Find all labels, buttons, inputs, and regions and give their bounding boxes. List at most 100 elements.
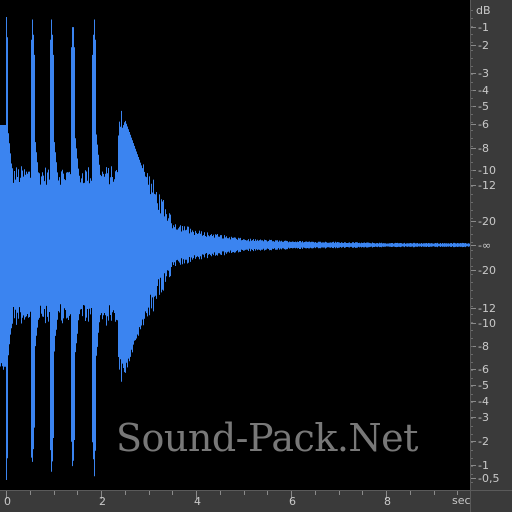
db-minor-tick <box>471 266 473 267</box>
ruler-corner <box>470 490 512 512</box>
db-minor-tick <box>471 330 473 331</box>
db-minor-tick <box>471 274 473 275</box>
db-tick-mark <box>471 308 476 309</box>
db-center-label: -∞ <box>478 239 492 252</box>
db-tick-label: -2 <box>478 39 489 52</box>
db-minor-tick <box>471 58 473 59</box>
db-tick-label: -12 <box>478 179 496 192</box>
db-minor-tick <box>471 210 473 211</box>
db-minor-tick <box>471 234 473 235</box>
db-minor-tick <box>471 290 473 291</box>
db-tick-label: -4 <box>478 84 489 97</box>
db-minor-tick <box>471 186 473 187</box>
db-minor-tick <box>471 42 473 43</box>
db-minor-tick <box>471 34 473 35</box>
db-tick-mark <box>471 478 476 479</box>
db-tick-label: -3 <box>478 411 489 424</box>
time-minor-tick <box>314 491 316 495</box>
time-tick-label: 0 <box>4 495 11 508</box>
db-minor-tick <box>471 194 473 195</box>
db-tick-label: -12 <box>478 302 496 315</box>
db-tick-label: -1 <box>478 21 489 34</box>
db-minor-tick <box>471 178 473 179</box>
time-minor-tick <box>362 491 364 495</box>
db-tick-label: -8 <box>478 340 489 353</box>
db-minor-tick <box>471 106 473 107</box>
time-minor-tick <box>267 491 269 495</box>
db-tick-label: -10 <box>478 317 496 330</box>
db-minor-tick <box>471 282 473 283</box>
time-minor-tick <box>29 491 31 495</box>
db-minor-tick <box>471 314 473 315</box>
db-tick-mark <box>471 270 476 271</box>
db-minor-tick <box>471 130 473 131</box>
db-minor-tick <box>471 450 473 451</box>
db-tick-label: -6 <box>478 118 489 131</box>
time-minor-tick <box>219 491 221 495</box>
db-minor-tick <box>471 402 473 403</box>
db-minor-tick <box>471 418 473 419</box>
db-minor-tick <box>471 442 473 443</box>
db-minor-tick <box>471 250 473 251</box>
time-tick-label: 4 <box>194 495 201 508</box>
db-minor-tick <box>471 18 473 19</box>
db-minor-tick <box>471 410 473 411</box>
time-minor-tick <box>409 491 411 495</box>
db-scale-ruler: -1 -2 -3 -4 -5 -6 -8 -10 -12 -20 -20 -12 -10 -8 -6 -5 -4… <box>470 0 512 490</box>
db-tick-mark <box>471 323 476 324</box>
db-tick-label: -6 <box>478 363 489 376</box>
db-minor-tick <box>471 258 473 259</box>
db-minor-tick <box>471 146 473 147</box>
time-unit-label: sec <box>452 494 471 507</box>
db-minor-tick <box>471 354 473 355</box>
db-tick-mark <box>471 221 476 222</box>
time-tick-label: 2 <box>99 495 106 508</box>
db-minor-tick <box>471 338 473 339</box>
db-tick-label: -3 <box>478 67 489 80</box>
db-minor-tick <box>471 26 473 27</box>
db-minor-tick <box>471 322 473 323</box>
db-minor-tick <box>471 90 473 91</box>
time-minor-tick <box>172 491 174 495</box>
db-minor-tick <box>471 226 473 227</box>
db-minor-tick <box>471 138 473 139</box>
db-tick-label: -20 <box>478 264 496 277</box>
db-minor-tick <box>471 306 473 307</box>
db-tick-label: -5 <box>478 100 489 113</box>
time-minor-tick <box>124 491 126 495</box>
db-minor-tick <box>471 202 473 203</box>
waveform-editor: -1 -2 -3 -4 -5 -6 -8 -10 -12 -20 -20 -12 -10 -8 -6 -5 -4… <box>0 0 512 512</box>
db-minor-tick <box>471 362 473 363</box>
time-minor-tick <box>77 491 79 495</box>
db-minor-tick <box>471 386 473 387</box>
time-tick-label: 8 <box>384 495 391 508</box>
time-minor-tick <box>148 491 150 495</box>
time-minor-tick <box>53 491 55 495</box>
db-tick-mark <box>471 245 476 246</box>
db-minor-tick <box>471 370 473 371</box>
db-tick-label: -8 <box>478 142 489 155</box>
db-minor-tick <box>471 346 473 347</box>
db-minor-tick <box>471 10 473 11</box>
time-tick-label: 6 <box>289 495 296 508</box>
db-minor-tick <box>471 378 473 379</box>
waveform-layer <box>0 17 470 480</box>
db-minor-tick <box>471 82 473 83</box>
db-tick-label: -0,5 <box>478 472 500 485</box>
db-unit-label: dB <box>476 4 491 17</box>
db-tick-mark <box>471 27 476 28</box>
time-minor-tick <box>338 491 340 495</box>
db-minor-tick <box>471 482 473 483</box>
time-ruler[interactable]: 0 2 4 6 8 <box>0 490 470 512</box>
db-minor-tick <box>471 122 473 123</box>
db-minor-tick <box>471 154 473 155</box>
db-minor-tick <box>471 74 473 75</box>
time-minor-tick <box>243 491 245 495</box>
db-minor-tick <box>471 434 473 435</box>
db-minor-tick <box>471 50 473 51</box>
db-minor-tick <box>471 242 473 243</box>
db-minor-tick <box>471 458 473 459</box>
db-tick-label: -20 <box>478 215 496 228</box>
db-tick-mark <box>471 124 476 125</box>
db-minor-tick <box>471 218 473 219</box>
